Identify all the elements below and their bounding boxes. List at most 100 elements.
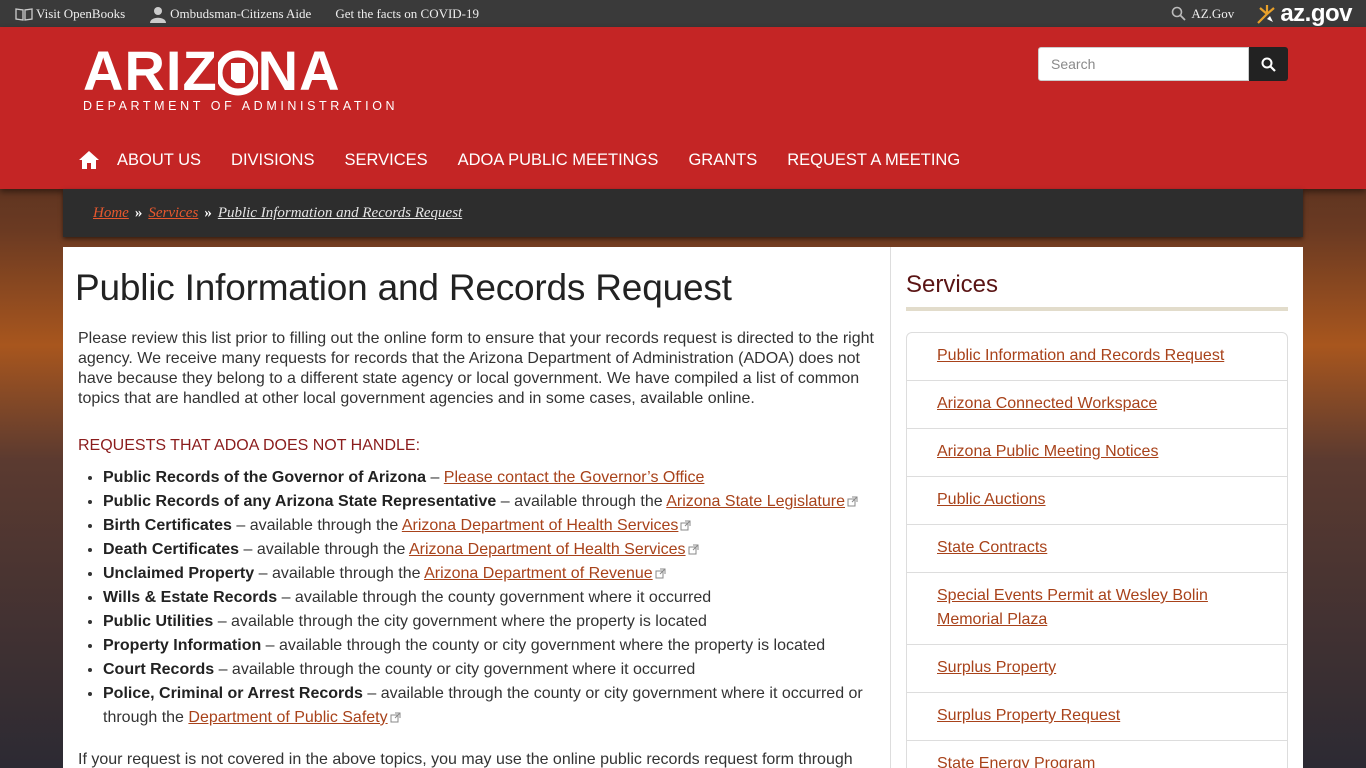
requests-heading: REQUESTS THAT ADOA DOES NOT HANDLE: xyxy=(78,437,421,454)
revenue-link[interactable]: Arizona Department of Revenue xyxy=(424,565,653,582)
sidebar-link-label: Arizona Connected Workspace xyxy=(937,395,1158,412)
nav-about-us[interactable]: ABOUT US xyxy=(117,151,201,170)
search-form xyxy=(1038,47,1288,81)
external-link-icon xyxy=(847,496,858,507)
item-title: Death Certificates xyxy=(103,541,240,558)
sidebar-item-surplus-property[interactable]: Surplus Property xyxy=(907,645,1287,693)
external-link-icon xyxy=(688,544,699,555)
sidebar-item-special-events[interactable]: Special Events Permit at Wesley Bolin Me… xyxy=(907,573,1287,645)
list-item: Court Records – available through the co… xyxy=(103,658,878,682)
item-title: Court Records xyxy=(103,661,215,678)
external-link-icon xyxy=(680,520,691,531)
item-text: – xyxy=(426,469,444,486)
list-item: Unclaimed Property – available through t… xyxy=(103,562,878,586)
brand-wordmark: ARIZ NA xyxy=(83,43,398,99)
page-title: Public Information and Records Request xyxy=(75,267,732,308)
covid-link[interactable]: Get the facts on COVID-19 xyxy=(335,6,479,22)
search-icon xyxy=(1261,57,1276,72)
sidebar-item-surplus-request[interactable]: Surplus Property Request xyxy=(907,693,1287,741)
item-text: – available through the county or city g… xyxy=(214,661,696,678)
sidebar-link-label: Public Auctions xyxy=(937,491,1046,508)
sidebar-divider xyxy=(906,307,1288,311)
openbooks-label: Visit OpenBooks xyxy=(36,5,126,21)
site-header: ARIZ NA DEPARTMENT OF ADMINISTRATION ABO… xyxy=(0,27,1366,189)
utility-bar: Visit OpenBooks Ombudsman-Citizens Aide … xyxy=(0,0,1366,27)
sidebar-item-energy-program[interactable]: State Energy Program xyxy=(907,741,1287,768)
breadcrumb-current[interactable]: Public Information and Records Request xyxy=(218,205,462,222)
list-item: Police, Criminal or Arrest Records – ava… xyxy=(103,682,878,730)
item-text: – available through the county governmen… xyxy=(277,589,712,606)
azgov-search-label: AZ.Gov xyxy=(1191,5,1235,21)
item-title: Public Records of the Governor of Arizon… xyxy=(103,469,426,486)
sidebar-item-public-auctions[interactable]: Public Auctions xyxy=(907,477,1287,525)
item-text: – available through the xyxy=(496,493,667,510)
search-input[interactable] xyxy=(1038,47,1249,81)
home-icon[interactable] xyxy=(78,150,100,170)
list-item: Property Information – available through… xyxy=(103,634,878,658)
requests-list: Public Records of the Governor of Arizon… xyxy=(103,466,878,730)
sidebar-item-connected-workspace[interactable]: Arizona Connected Workspace xyxy=(907,381,1287,429)
arizona-state-icon xyxy=(217,50,258,96)
brand-letters-left: ARIZ xyxy=(83,39,218,102)
list-item: Wills & Estate Records – available throu… xyxy=(103,586,878,610)
item-title: Police, Criminal or Arrest Records xyxy=(103,685,363,702)
list-item: Public Records of any Arizona State Repr… xyxy=(103,490,878,514)
health-services-link[interactable]: Arizona Department of Health Services xyxy=(409,541,686,558)
health-services-link[interactable]: Arizona Department of Health Services xyxy=(402,517,679,534)
governor-office-link[interactable]: Please contact the Governor’s Office xyxy=(444,469,705,486)
covid-label: Get the facts on COVID-19 xyxy=(335,5,480,21)
services-list: Public Information and Records Request A… xyxy=(906,332,1288,768)
item-title: Public Utilities xyxy=(103,613,214,630)
search-icon xyxy=(1172,6,1186,21)
item-text: – available through the city government … xyxy=(213,613,707,630)
sidebar-item-state-contracts[interactable]: State Contracts xyxy=(907,525,1287,573)
sidebar-link-label: Public Information and Records Request xyxy=(937,347,1225,364)
sidebar-link-label: State Contracts xyxy=(937,539,1048,556)
book-icon xyxy=(15,7,33,21)
external-link-icon xyxy=(655,568,666,579)
breadcrumb-services[interactable]: Services xyxy=(148,205,198,222)
intro-paragraph: Please review this list prior to filling… xyxy=(78,330,874,407)
legislature-link[interactable]: Arizona State Legislature xyxy=(666,493,845,510)
item-title: Wills & Estate Records xyxy=(103,589,278,606)
item-title: Property Information xyxy=(103,637,262,654)
breadcrumb-home[interactable]: Home xyxy=(93,205,129,222)
list-item: Public Records of the Governor of Arizon… xyxy=(103,466,878,490)
sidebar-link-label: Surplus Property xyxy=(937,659,1057,676)
main-content: Public Information and Records Request P… xyxy=(63,247,890,768)
nav-public-meetings[interactable]: ADOA PUBLIC MEETINGS xyxy=(458,151,659,170)
sidebar-title: Services xyxy=(906,271,999,298)
nav-grants[interactable]: GRANTS xyxy=(688,151,757,170)
outro-paragraph: If your request is not covered in the ab… xyxy=(78,751,853,768)
item-title: Public Records of any Arizona State Repr… xyxy=(103,493,497,510)
nav-request-meeting[interactable]: REQUEST A MEETING xyxy=(787,151,960,170)
nav-services[interactable]: SERVICES xyxy=(344,151,427,170)
azgov-logo[interactable]: az.gov xyxy=(1256,0,1352,28)
nav-divisions[interactable]: DIVISIONS xyxy=(231,151,314,170)
breadcrumb-separator: » xyxy=(204,204,212,221)
item-text: – available through the county or city g… xyxy=(261,637,826,654)
brand-letters-right: NA xyxy=(257,39,341,102)
item-text: – available through the xyxy=(239,541,409,558)
item-title: Unclaimed Property xyxy=(103,565,255,582)
azgov-logo-text: az.gov xyxy=(1280,0,1352,27)
list-item: Public Utilities – available through the… xyxy=(103,610,878,634)
person-icon xyxy=(150,6,167,23)
azgov-search-link[interactable]: AZ.Gov xyxy=(1171,6,1234,22)
public-safety-link[interactable]: Department of Public Safety xyxy=(188,709,387,726)
openbooks-link[interactable]: Visit OpenBooks xyxy=(15,6,125,22)
list-item: Birth Certificates – available through t… xyxy=(103,514,878,538)
sidebar-link-label: Special Events Permit at Wesley Bolin Me… xyxy=(937,587,1208,628)
list-item: Death Certificates – available through t… xyxy=(103,538,878,562)
sidebar-link-label: Surplus Property Request xyxy=(937,707,1121,724)
adoa-logo[interactable]: ARIZ NA DEPARTMENT OF ADMINISTRATION xyxy=(83,43,398,114)
item-text: – available through the xyxy=(254,565,425,582)
sidebar-link-label: Arizona Public Meeting Notices xyxy=(937,443,1159,460)
item-title: Birth Certificates xyxy=(103,517,232,534)
sidebar: Services Public Information and Records … xyxy=(890,247,1303,768)
search-button[interactable] xyxy=(1249,47,1288,81)
sidebar-link-label: State Energy Program xyxy=(937,755,1096,768)
sidebar-item-meeting-notices[interactable]: Arizona Public Meeting Notices xyxy=(907,429,1287,477)
ombudsman-link[interactable]: Ombudsman-Citizens Aide xyxy=(149,5,311,23)
sidebar-item-records-request[interactable]: Public Information and Records Request xyxy=(907,333,1287,381)
